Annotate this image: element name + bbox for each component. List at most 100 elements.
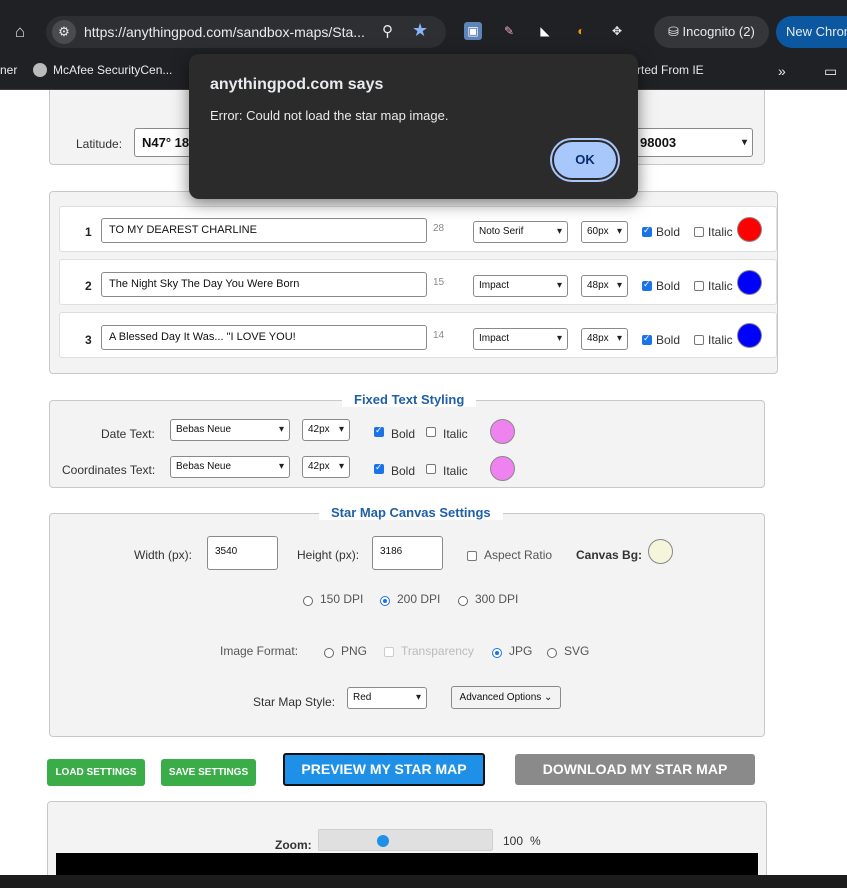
format-jpg-label: JPG xyxy=(509,644,533,658)
date-size-select[interactable]: 42px xyxy=(302,419,350,441)
browser-toolbar: ⌂ ⚙ https://anythingpod.com/sandbox-maps… xyxy=(0,0,847,56)
fixed-text-panel: Fixed Text Styling Date Text: Bebas Neue… xyxy=(49,392,765,488)
text-input[interactable]: The Night Sky The Day You Were Born xyxy=(101,272,427,297)
globe-icon xyxy=(33,63,47,77)
star-map-style-select[interactable]: Red xyxy=(347,687,427,709)
zoom-label: Zoom: xyxy=(275,838,312,852)
text-row-2: 2 The Night Sky The Day You Were Born 15… xyxy=(59,259,777,305)
date-italic-checkbox[interactable] xyxy=(426,427,436,437)
dpi-300-radio[interactable] xyxy=(458,596,468,606)
bookmark-item[interactable]: McAfee SecurityCen... xyxy=(33,63,172,77)
new-chrome-button[interactable]: New Chrom xyxy=(776,16,847,48)
size-select[interactable]: 60px xyxy=(581,221,628,243)
address-bar[interactable]: ⚙ https://anythingpod.com/sandbox-maps/S… xyxy=(46,16,446,48)
date-bold-checkbox[interactable] xyxy=(374,425,384,437)
color-swatch[interactable] xyxy=(737,270,762,295)
zoom-icon[interactable]: ⚲ xyxy=(382,22,393,40)
aspect-ratio-label: Aspect Ratio xyxy=(484,548,553,562)
extension-cat-icon[interactable]: ◣ xyxy=(536,22,554,40)
bold-checkbox[interactable] xyxy=(642,333,652,345)
size-select[interactable]: 48px xyxy=(581,275,628,297)
font-select[interactable]: Impact xyxy=(473,275,568,297)
canvas-settings-legend: Star Map Canvas Settings xyxy=(319,505,503,520)
dialog-title: anythingpod.com says xyxy=(210,76,384,93)
url-text[interactable]: https://anythingpod.com/sandbox-maps/Sta… xyxy=(84,24,365,40)
bold-checkbox[interactable] xyxy=(642,225,652,237)
transparency-checkbox[interactable] xyxy=(384,647,394,657)
coords-italic-label: Italic xyxy=(443,464,468,478)
italic-checkbox[interactable] xyxy=(694,227,704,237)
size-select[interactable]: 48px xyxy=(581,328,628,350)
coords-font-select[interactable]: Bebas Neue xyxy=(170,456,290,478)
zoom-value: 100 xyxy=(503,834,524,848)
extension-pen-icon[interactable]: ✎ xyxy=(500,22,518,40)
char-count: 14 xyxy=(433,330,445,341)
bold-checkbox[interactable] xyxy=(642,279,652,291)
row-number: 1 xyxy=(85,225,92,239)
font-select[interactable]: Noto Serif xyxy=(473,221,568,243)
width-label: Width (px): xyxy=(134,548,193,562)
format-png-radio[interactable] xyxy=(324,648,334,658)
text-row-1: 1 TO MY DEAREST CHARLINE 28 Noto Serif 6… xyxy=(59,206,777,252)
canvas-settings-panel: Star Map Canvas Settings Width (px): 354… xyxy=(49,505,765,737)
coords-bold-checkbox[interactable] xyxy=(374,462,384,474)
location-select[interactable]: 98003 xyxy=(633,128,753,157)
image-format-label: Image Format: xyxy=(220,644,299,658)
bookmark-item[interactable]: rted From IE xyxy=(637,63,704,77)
char-count: 28 xyxy=(433,223,445,234)
preview-button[interactable]: PREVIEW MY STAR MAP xyxy=(283,753,485,786)
save-settings-button[interactable]: SAVE SETTINGS xyxy=(161,759,256,786)
aspect-ratio-checkbox[interactable] xyxy=(467,551,477,561)
text-row-3: 3 A Blessed Day It Was... "I LOVE YOU! 1… xyxy=(59,312,777,358)
alert-dialog: anythingpod.com says Error: Could not lo… xyxy=(189,54,638,199)
fixed-text-legend: Fixed Text Styling xyxy=(342,392,477,407)
canvas-bg-label: Canvas Bg: xyxy=(576,548,643,562)
preview-panel: Zoom: 100 % xyxy=(47,801,767,875)
height-input[interactable]: 3186 xyxy=(372,536,443,570)
text-input[interactable]: A Blessed Day It Was... "I LOVE YOU! xyxy=(101,325,427,350)
coords-bold-label: Bold xyxy=(391,464,416,478)
incognito-indicator[interactable]: ⛁ Incognito (2) xyxy=(654,16,769,48)
row-number: 3 xyxy=(85,333,92,347)
zoom-slider[interactable] xyxy=(318,829,493,851)
bookmark-item[interactable]: ner xyxy=(0,63,17,77)
load-settings-button[interactable]: LOAD SETTINGS xyxy=(47,759,145,786)
star-map-canvas xyxy=(56,853,758,875)
coords-italic-checkbox[interactable] xyxy=(426,464,436,474)
format-svg-label: SVG xyxy=(564,644,590,658)
bookmark-star-icon[interactable]: ★ xyxy=(412,20,428,41)
coords-size-select[interactable]: 42px xyxy=(302,456,350,478)
coords-color-swatch[interactable] xyxy=(490,456,515,481)
color-swatch[interactable] xyxy=(737,217,762,242)
ok-button[interactable]: OK xyxy=(552,140,618,180)
site-info-icon[interactable]: ⚙ xyxy=(52,20,76,44)
italic-label: Italic xyxy=(708,225,733,239)
dpi-150-radio[interactable] xyxy=(303,596,313,606)
text-input[interactable]: TO MY DEAREST CHARLINE xyxy=(101,218,427,243)
width-input[interactable]: 3540 xyxy=(207,536,278,570)
date-bold-label: Bold xyxy=(391,427,416,441)
italic-checkbox[interactable] xyxy=(694,281,704,291)
italic-checkbox[interactable] xyxy=(694,335,704,345)
format-jpg-radio[interactable] xyxy=(492,648,502,658)
canvas-bg-swatch[interactable] xyxy=(648,539,673,564)
folder-icon[interactable]: ▭ xyxy=(824,63,837,80)
font-select[interactable]: Impact xyxy=(473,328,568,350)
date-font-select[interactable]: Bebas Neue xyxy=(170,419,290,441)
extensions-puzzle-icon[interactable]: ✥ xyxy=(608,22,626,40)
incognito-icon: ⛁ xyxy=(668,24,683,39)
download-button[interactable]: DOWNLOAD MY STAR MAP xyxy=(515,754,755,785)
more-bookmarks-icon[interactable]: » xyxy=(778,63,786,79)
format-svg-radio[interactable] xyxy=(547,648,557,658)
dialog-message: Error: Could not load the star map image… xyxy=(210,108,449,123)
date-color-swatch[interactable] xyxy=(490,419,515,444)
color-swatch[interactable] xyxy=(737,323,762,348)
zoom-unit: % xyxy=(530,834,541,848)
extension-image-icon[interactable]: ▣ xyxy=(464,22,482,40)
home-icon[interactable]: ⌂ xyxy=(10,22,30,42)
zoom-slider-thumb[interactable] xyxy=(377,835,389,847)
extension-moon-icon[interactable]: ◐ xyxy=(572,22,590,40)
custom-text-panel: 1 TO MY DEAREST CHARLINE 28 Noto Serif 6… xyxy=(49,191,778,374)
advanced-options-button[interactable]: Advanced Options ⌄ xyxy=(451,686,561,709)
dpi-200-radio[interactable] xyxy=(380,596,390,606)
